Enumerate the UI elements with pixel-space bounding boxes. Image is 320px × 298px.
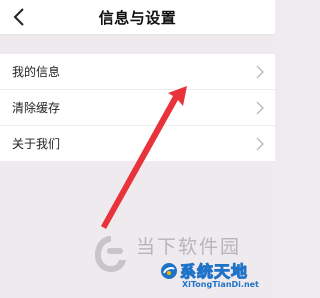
settings-screen: 信息与设置 我的信息 清除缓存 关于我们 当下软件园 系统天地 XiTongTi… <box>0 0 275 298</box>
menu-item-label: 我的信息 <box>12 65 61 79</box>
menu-item-about-us[interactable]: 关于我们 <box>0 126 275 161</box>
watermark-site-name: 当下软件园 <box>136 236 242 258</box>
top-navbar: 信息与设置 <box>0 0 275 35</box>
menu-item-clear-cache[interactable]: 清除缓存 <box>0 90 275 126</box>
chevron-right-icon <box>256 65 264 79</box>
page-title: 信息与设置 <box>98 9 177 27</box>
menu-item-label: 清除缓存 <box>12 101 61 115</box>
menu-item-my-info[interactable]: 我的信息 <box>0 54 275 90</box>
downxia-logo-icon <box>95 236 126 272</box>
menu-item-label: 关于我们 <box>12 137 61 151</box>
chevron-right-icon <box>256 137 264 151</box>
watermark-brand-domain: XiTongTianDi.net <box>182 280 259 289</box>
settings-list: 我的信息 清除缓存 关于我们 <box>0 54 275 161</box>
chevron-right-icon <box>256 101 264 115</box>
xitongtiandi-logo-icon <box>161 263 177 279</box>
watermark-brand-name: 系统天地 <box>179 262 249 282</box>
